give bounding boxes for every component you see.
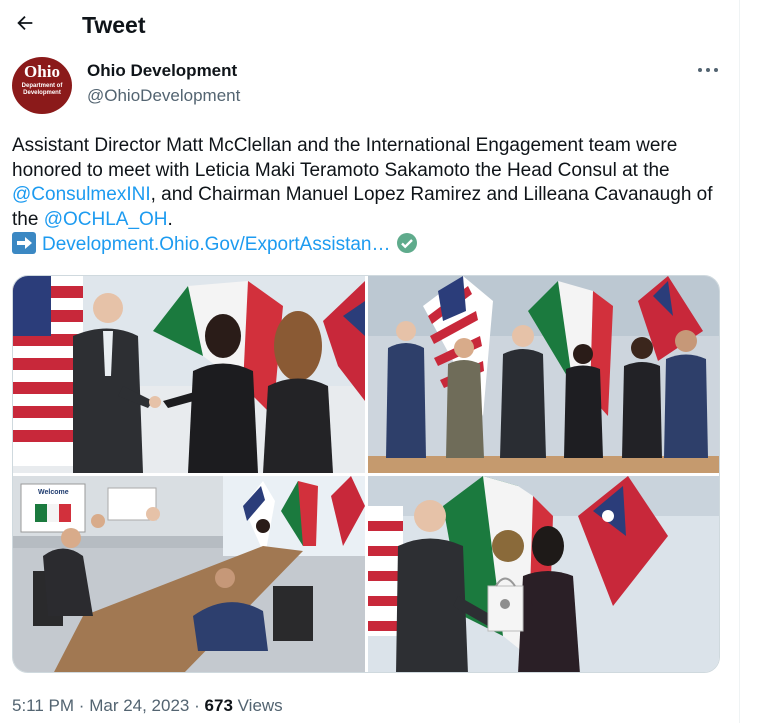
author-name[interactable]: Ohio Development bbox=[87, 60, 237, 82]
tweet-media-grid: Welcome bbox=[12, 275, 720, 673]
more-button[interactable] bbox=[693, 58, 723, 82]
tweet-header: Tweet bbox=[0, 0, 739, 52]
avatar[interactable]: Ohio Department of Development bbox=[12, 57, 72, 114]
avatar-logo-line2: Development bbox=[23, 90, 61, 96]
tweet-meta: 5:11 PM · Mar 24, 2023 · 673 Views bbox=[12, 694, 283, 718]
column-divider bbox=[739, 0, 740, 723]
views-label: Views bbox=[237, 696, 283, 715]
avatar-logo-line1: Department of bbox=[21, 83, 63, 89]
avatar-logo-subtext: Department of Development bbox=[12, 83, 72, 97]
page-title: Tweet bbox=[82, 12, 146, 38]
tweet-text-part3: . bbox=[167, 208, 173, 230]
photo-gift-exchange[interactable] bbox=[368, 476, 719, 672]
avatar-logo-text: Ohio bbox=[24, 62, 60, 81]
photo-conference-room[interactable]: Welcome bbox=[13, 476, 365, 672]
back-button[interactable] bbox=[8, 8, 42, 42]
meta-separator: · bbox=[78, 696, 85, 715]
arrow-right-emoji-icon bbox=[12, 232, 36, 255]
tweet-text: Assistant Director Matt McClellan and th… bbox=[12, 134, 732, 258]
check-mark-emoji-icon bbox=[396, 233, 417, 254]
export-assistance-link[interactable]: Development.Ohio.Gov/ExportAssistan… bbox=[42, 234, 391, 255]
welcome-slide-text: Welcome bbox=[38, 489, 69, 496]
meta-separator: · bbox=[194, 696, 200, 715]
photo-handshake[interactable] bbox=[13, 276, 365, 473]
author-handle[interactable]: @OhioDevelopment bbox=[87, 85, 240, 107]
more-horizontal-icon bbox=[697, 61, 719, 79]
arrow-left-icon bbox=[14, 12, 36, 39]
photo-group-portrait[interactable] bbox=[368, 276, 719, 473]
tweet-time[interactable]: 5:11 PM bbox=[12, 696, 74, 715]
views-count: 673 bbox=[204, 696, 233, 715]
tweet-text-part1: Assistant Director Matt McClellan and th… bbox=[12, 135, 678, 181]
tweet-date[interactable]: Mar 24, 2023 bbox=[89, 696, 189, 715]
mention-consulmex[interactable]: @ConsulmexINI bbox=[12, 184, 151, 205]
mention-ochla[interactable]: @OCHLA_OH bbox=[44, 209, 168, 230]
